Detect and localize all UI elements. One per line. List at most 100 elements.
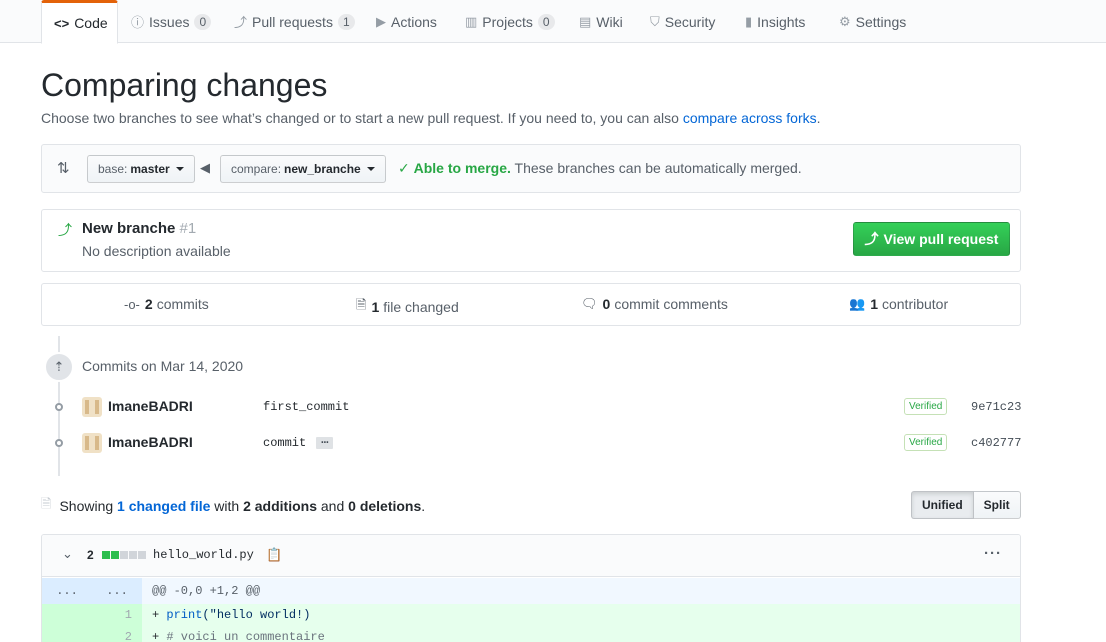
book-icon: ▤: [579, 13, 592, 29]
pull-request-icon: ⤴: [234, 15, 248, 30]
diffstat-blocks: [102, 551, 147, 559]
changed-files-link[interactable]: 1 changed file: [117, 498, 210, 514]
diff-prefix: +: [152, 630, 167, 642]
file-diff-icon: 🗎: [41, 496, 52, 511]
base-prefix: base:: [98, 162, 128, 176]
tab-label: Security: [664, 13, 716, 30]
diffstat-block-added: [111, 551, 119, 559]
verified-badge[interactable]: Verified: [904, 398, 948, 415]
expand-message-button[interactable]: …: [316, 434, 334, 449]
summary-contributors[interactable]: 👥 1 contributor: [849, 296, 948, 312]
kebab-horizontal-icon[interactable]: ···: [984, 545, 1002, 562]
issue-icon: ⓘ: [131, 15, 145, 30]
page-subtitle: Choose two branches to see what’s change…: [41, 110, 821, 126]
new-line-number[interactable]: 1: [92, 604, 142, 626]
diff-view-toggle: Unified Split: [911, 491, 1021, 519]
deletions-count: 0 deletions: [348, 498, 422, 514]
commit-sha[interactable]: c402777: [971, 436, 1021, 450]
compare-across-forks-link[interactable]: compare across forks: [683, 110, 817, 126]
hunk-expand-left[interactable]: ...: [42, 578, 92, 604]
summary-comments[interactable]: 🗨 0 commit comments: [581, 296, 728, 312]
tab-label: Pull requests: [252, 13, 333, 30]
unified-view-button[interactable]: Unified: [911, 491, 974, 519]
diff-code: + print("hello world!): [142, 604, 1020, 626]
diffstat-block-neutral: [129, 551, 137, 559]
commit-dot-icon: [52, 403, 66, 411]
pr-title[interactable]: New branche: [82, 220, 175, 237]
comments-count: 0: [602, 296, 611, 312]
file-diff: ⌄ 2 hello_world.py 📋 ··· ... ... @@ -0,0…: [41, 534, 1021, 642]
diff-line: 1 + print("hello world!): [42, 604, 1020, 626]
commit-sha[interactable]: 9e71c23: [971, 400, 1021, 414]
commits-label: commits: [156, 296, 209, 312]
diffstat-block-neutral: [120, 551, 128, 559]
compare-branch: new_branche: [284, 162, 361, 176]
project-icon: ▥: [465, 13, 478, 29]
file-name[interactable]: hello_world.py: [153, 548, 254, 562]
avatar[interactable]: [82, 397, 102, 417]
tab-security[interactable]: ⛉ Security: [638, 0, 727, 43]
tab-label: Projects: [482, 13, 533, 30]
verified-badge[interactable]: Verified: [904, 434, 948, 451]
caret-down-icon: [175, 167, 184, 171]
file-header: ⌄ 2 hello_world.py 📋 ···: [42, 535, 1020, 577]
commit-message[interactable]: commit: [263, 436, 306, 450]
tab-settings[interactable]: ⚙ Settings: [827, 0, 918, 43]
merge-status: ✓ Able to merge. These branches can be a…: [398, 160, 802, 177]
old-line-number[interactable]: [42, 626, 92, 642]
split-view-button[interactable]: Split: [973, 491, 1021, 519]
contributors-label: contributor: [881, 296, 949, 312]
tab-wiki[interactable]: ▤ Wiki: [567, 0, 635, 43]
and-text: and: [320, 498, 345, 514]
existing-pull-request: ⤴ New branche #1 No description availabl…: [41, 209, 1021, 272]
diff-prefix: +: [152, 608, 167, 622]
hunk-header-row: ... ... @@ -0,0 +1,2 @@: [42, 578, 1020, 604]
repo-push-icon: ⇡: [44, 352, 74, 382]
tab-insights[interactable]: ▮ Insights: [733, 0, 817, 43]
tab-actions[interactable]: ▶ Actions: [364, 0, 449, 43]
tab-issues[interactable]: ⓘ Issues 0: [119, 0, 223, 43]
base-branch-select[interactable]: base: master: [87, 155, 195, 183]
people-icon: 👥: [849, 296, 866, 311]
tab-pull-requests[interactable]: ⤴ Pull requests 1: [222, 0, 367, 43]
graph-icon: ▮: [745, 13, 753, 29]
commits-date-label: Commits on Mar 14, 2020: [82, 358, 244, 374]
tab-label: Actions: [391, 13, 437, 30]
code-string: ("hello world!): [202, 608, 311, 622]
summary-commits[interactable]: -o- 2 commits: [124, 296, 209, 312]
tab-label: Insights: [757, 13, 806, 30]
compare-branch-select[interactable]: compare: new_branche: [220, 155, 386, 183]
commit-icon: -o-: [124, 296, 140, 312]
avatar[interactable]: [82, 433, 102, 453]
contributors-count: 1: [870, 296, 878, 312]
files-count: 1: [371, 299, 380, 315]
tab-projects[interactable]: ▥ Projects 0: [453, 0, 567, 43]
pr-title-line: New branche #1: [82, 220, 196, 237]
comments-label: commit comments: [614, 296, 728, 312]
base-branch: master: [130, 162, 170, 176]
old-line-number[interactable]: [42, 604, 92, 626]
projects-counter: 0: [537, 13, 555, 30]
code-function: print: [166, 608, 203, 622]
hunk-expand-right[interactable]: ...: [92, 578, 142, 604]
chevron-down-icon[interactable]: ⌄: [62, 546, 73, 562]
summary-files[interactable]: 🗎 1 file changed: [356, 296, 459, 318]
diff-summary: 🗎 Showing 1 changed file with 2 addition…: [41, 495, 425, 517]
git-compare-icon: ⇅: [57, 160, 70, 177]
merge-status-label: Able to merge.: [413, 160, 511, 176]
tab-code[interactable]: <> Code: [41, 0, 118, 44]
new-line-number[interactable]: 2: [92, 626, 142, 642]
file-diff-icon: 🗎: [356, 297, 367, 312]
files-label: file changed: [383, 299, 459, 315]
commit-message[interactable]: first_commit: [263, 400, 349, 414]
commit-author[interactable]: ImaneBADRI: [108, 434, 193, 450]
repo-nav: <> Code ⓘ Issues 0 ⤴ Pull requests 1 ▶ A…: [0, 0, 1106, 44]
commits-count: 2: [144, 296, 153, 312]
overall-summary: -o- 2 commits 🗎 1 file changed 🗨 0 commi…: [41, 283, 1021, 326]
compare-prefix: compare:: [231, 162, 282, 176]
commit-message-line: commit …: [263, 434, 334, 450]
clipboard-icon[interactable]: 📋: [266, 547, 282, 563]
pull-request-icon: ⤴: [864, 231, 879, 247]
view-pull-request-button[interactable]: ⤴ View pull request: [853, 222, 1010, 256]
commit-author[interactable]: ImaneBADRI: [108, 398, 193, 414]
